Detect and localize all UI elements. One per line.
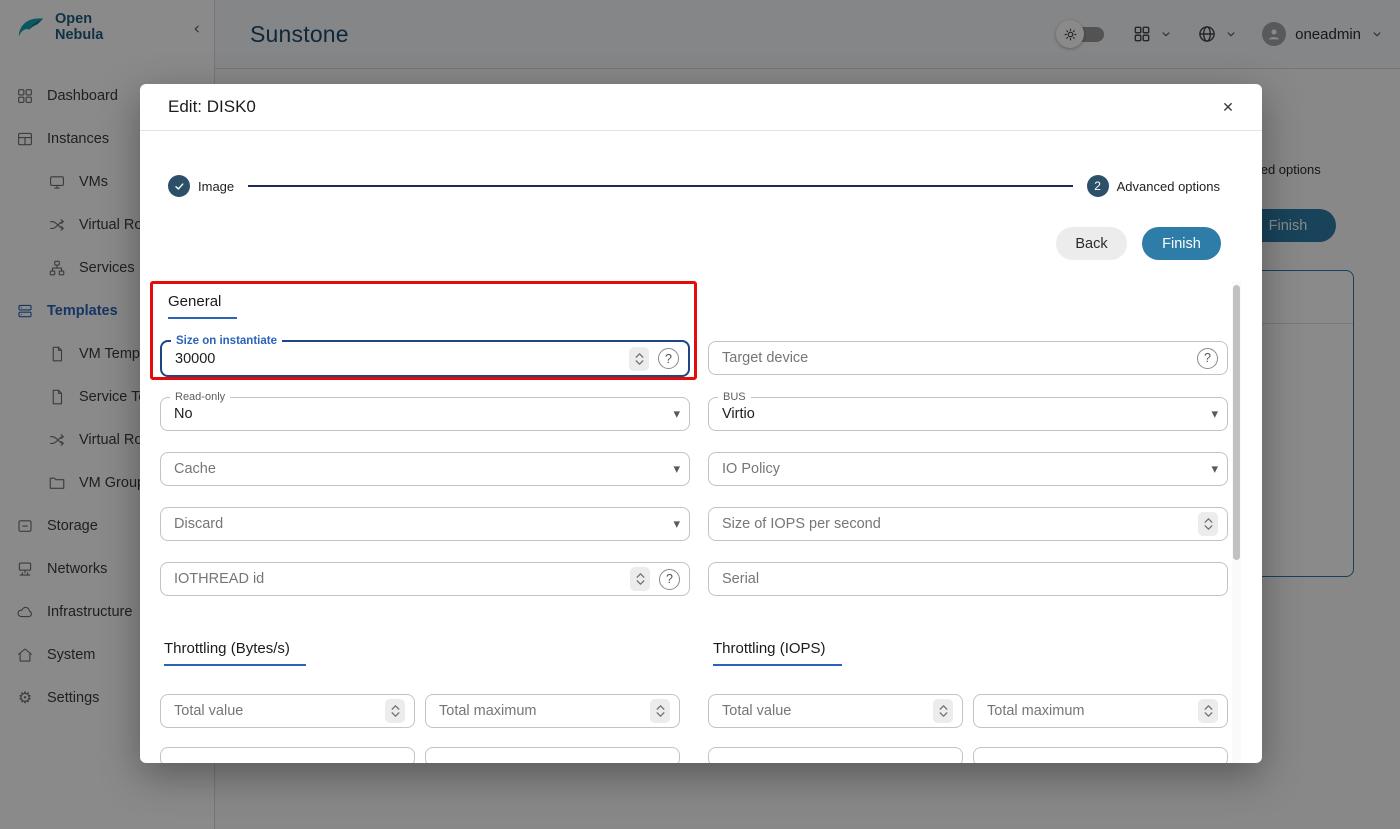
iops-total-value-input[interactable] (722, 703, 925, 719)
modal-body: General Size on instantiate ? ? (140, 280, 1262, 763)
dropdown-arrow-icon: ▾ (673, 461, 680, 477)
field-bus[interactable]: BUS Virtio ▾ (708, 397, 1228, 431)
field-size-iops[interactable] (708, 507, 1228, 541)
read-only-value: No (174, 406, 193, 422)
chevron-down-icon (1204, 712, 1213, 717)
field-partial-input[interactable] (160, 747, 415, 763)
field-size-on-instantiate[interactable]: Size on instantiate ? (160, 340, 690, 377)
dropdown-arrow-icon: ▾ (1211, 406, 1218, 422)
step1-check-circle[interactable] (168, 175, 190, 197)
discard-placeholder: Discard (174, 516, 223, 532)
close-icon: ✕ (1222, 99, 1234, 116)
number-stepper[interactable] (629, 347, 649, 371)
chevron-down-icon (635, 360, 644, 365)
chevron-down-icon (636, 580, 645, 585)
field-target-device[interactable]: ? (708, 341, 1228, 375)
field-label: Size on instantiate (171, 335, 282, 348)
size-on-instantiate-input[interactable] (175, 351, 621, 367)
back-button[interactable]: Back (1056, 227, 1127, 260)
step2-label: Advanced options (1117, 179, 1220, 194)
chevron-down-icon (391, 712, 400, 717)
bytes-total-value-input[interactable] (174, 703, 377, 719)
help-icon[interactable]: ? (658, 348, 679, 369)
section-general: General (168, 293, 237, 319)
size-iops-input[interactable] (722, 516, 1190, 532)
field-label: Read-only (170, 391, 230, 404)
wizard-actions: Back Finish (140, 227, 1262, 260)
target-device-input[interactable] (722, 350, 1188, 366)
io-policy-placeholder: IO Policy (722, 461, 780, 477)
number-stepper[interactable] (1198, 699, 1218, 723)
number-stepper[interactable] (933, 699, 953, 723)
dropdown-arrow-icon: ▾ (673, 516, 680, 532)
step2-circle[interactable]: 2 (1087, 175, 1109, 197)
field-bytes-total-value[interactable] (160, 694, 415, 728)
field-iops-total-maximum[interactable] (973, 694, 1228, 728)
stepper-connector (248, 185, 1073, 187)
chevron-up-icon (635, 353, 644, 358)
iothread-id-input[interactable] (174, 571, 622, 587)
field-iops-total-value[interactable] (708, 694, 963, 728)
chevron-up-icon (1204, 705, 1213, 710)
step1-label: Image (198, 179, 234, 194)
chevron-up-icon (939, 705, 948, 710)
chevron-up-icon (391, 705, 400, 710)
field-cache[interactable]: Cache ▾ (160, 452, 690, 486)
field-bytes-total-maximum[interactable] (425, 694, 680, 728)
chevron-down-icon (939, 712, 948, 717)
dropdown-arrow-icon: ▾ (1211, 461, 1218, 477)
edit-disk-modal: Edit: DISK0 ✕ Image 2 Advanced options B… (140, 84, 1262, 763)
field-partial-input[interactable] (708, 747, 963, 763)
section-throttling-iops: Throttling (IOPS) (713, 640, 842, 666)
dropdown-arrow-icon: ▾ (673, 406, 680, 422)
chevron-down-icon (1204, 525, 1213, 530)
number-stepper[interactable] (385, 699, 405, 723)
bytes-total-maximum-input[interactable] (439, 703, 642, 719)
modal-scrollbar-track[interactable] (1232, 281, 1241, 763)
field-discard[interactable]: Discard ▾ (160, 507, 690, 541)
help-icon[interactable]: ? (659, 569, 680, 590)
modal-scrollbar-thumb[interactable] (1233, 285, 1240, 560)
serial-input[interactable] (722, 571, 1218, 587)
iops-total-maximum-input[interactable] (987, 703, 1190, 719)
field-iothread-id[interactable]: ? (160, 562, 690, 596)
field-partial-input[interactable] (973, 747, 1228, 763)
number-stepper[interactable] (650, 699, 670, 723)
field-label: BUS (718, 391, 751, 404)
number-stepper[interactable] (1198, 512, 1218, 536)
finish-button[interactable]: Finish (1142, 227, 1221, 260)
chevron-up-icon (656, 705, 665, 710)
bus-value: Virtio (722, 406, 755, 422)
chevron-up-icon (636, 573, 645, 578)
number-stepper[interactable] (630, 567, 650, 591)
field-serial[interactable] (708, 562, 1228, 596)
close-button[interactable]: ✕ (1216, 95, 1240, 119)
modal-title: Edit: DISK0 (168, 97, 256, 117)
field-partial-input[interactable] (425, 747, 680, 763)
section-throttling-bytes: Throttling (Bytes/s) (164, 640, 306, 666)
cache-placeholder: Cache (174, 461, 216, 477)
chevron-up-icon (1204, 518, 1213, 523)
check-icon (173, 180, 186, 193)
help-icon[interactable]: ? (1197, 348, 1218, 369)
field-read-only[interactable]: Read-only No ▾ (160, 397, 690, 431)
field-io-policy[interactable]: IO Policy ▾ (708, 452, 1228, 486)
wizard-stepper: Image 2 Advanced options (168, 175, 1220, 197)
modal-header: Edit: DISK0 ✕ (140, 84, 1262, 131)
chevron-down-icon (656, 712, 665, 717)
